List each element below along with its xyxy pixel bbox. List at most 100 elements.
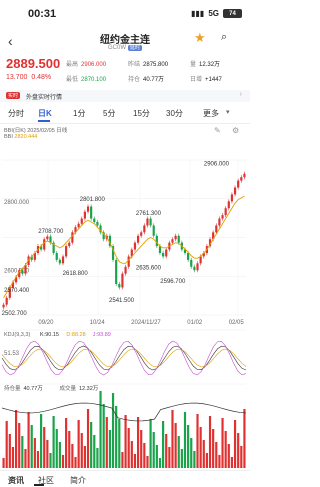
- holding-legend-item: 成交量: [60, 384, 77, 392]
- realtime-banner[interactable]: 实时 外盘实时行情 ›: [0, 90, 250, 102]
- volume-value: 量 12.32万: [190, 62, 221, 68]
- settings-icon[interactable]: ⚙: [232, 126, 239, 135]
- price-change: 13.700 0.48%: [6, 74, 52, 81]
- chart-svg[interactable]: 2800.0002600.0002906.0002801.8002761.300…: [0, 140, 250, 470]
- volume-bar: [40, 414, 43, 468]
- chart-area[interactable]: 2800.000 2600.000 2906.000 2801.800 2761.300…: [0, 140, 250, 470]
- volume-bar: [30, 425, 33, 468]
- kdj-d-line: [1, 348, 247, 368]
- candle-body: [5, 297, 8, 305]
- volume-bar: [74, 457, 77, 468]
- price-annotation: 2761.300: [136, 211, 162, 217]
- tab-more[interactable]: 更多: [203, 108, 219, 119]
- candle-body: [224, 208, 227, 216]
- volume-bar: [86, 409, 90, 468]
- candle-body: [61, 256, 65, 264]
- volume-bar: [202, 440, 205, 468]
- volume-bar: [224, 431, 227, 468]
- tab-profile[interactable]: 简介: [70, 475, 86, 486]
- volume-bar: [18, 423, 21, 468]
- holding-legend-item: 12.32万: [79, 385, 99, 392]
- volume-bar: [118, 419, 121, 468]
- candle-body: [158, 246, 162, 253]
- period-tabs: 分时 日K 1分 5分 15分 30分 更多 ▾: [0, 104, 250, 124]
- volume-bar: [27, 412, 30, 468]
- tab-daily-k[interactable]: 日K: [38, 108, 52, 119]
- dropdown-icon[interactable]: ▾: [226, 108, 230, 116]
- tab-15min[interactable]: 15分: [133, 108, 150, 119]
- candle-body: [193, 266, 196, 271]
- kdj-legend-item: K:90.15: [40, 332, 59, 338]
- volume-bar: [52, 416, 55, 468]
- candle-body: [96, 222, 99, 226]
- candle-body: [162, 253, 165, 257]
- volume-bar: [127, 428, 130, 468]
- volume-bar: [243, 409, 246, 468]
- volume-bar: [77, 420, 80, 468]
- volume-bar: [24, 449, 27, 468]
- volume-bar: [133, 454, 137, 468]
- holding-value: 持仓 40.77万: [128, 77, 165, 83]
- search-icon[interactable]: ⌕: [221, 31, 227, 44]
- candle-body: [2, 304, 5, 308]
- y-tick-label: 2800.000: [4, 200, 30, 206]
- volume-bar: [58, 442, 61, 468]
- price-annotation: 2906.000: [204, 161, 230, 167]
- candle-body: [215, 225, 218, 233]
- candle-body: [227, 201, 230, 209]
- volume-bar: [152, 432, 155, 468]
- delay-badge: 延时: [127, 45, 142, 51]
- volume-bar: [36, 451, 40, 468]
- candle-body: [165, 249, 168, 257]
- volume-bar: [108, 430, 112, 468]
- candle-body: [187, 253, 190, 260]
- volume-bar: [102, 404, 105, 468]
- volume-bar: [149, 419, 152, 468]
- volume-bar: [212, 429, 215, 468]
- status-indicators: ▮▮▮ 5G 74: [191, 9, 242, 18]
- candle-body: [177, 235, 180, 243]
- volume-bar: [233, 420, 237, 468]
- volume-bar: [180, 449, 183, 468]
- tab-news[interactable]: 资讯: [8, 475, 24, 486]
- draw-tool-icon[interactable]: ✎: [214, 126, 221, 135]
- volume-bar: [124, 415, 127, 468]
- day-change-value: 日增 +1447: [190, 77, 222, 83]
- candle-body: [240, 177, 243, 181]
- candle-body: [21, 270, 24, 274]
- volume-bar: [230, 457, 234, 468]
- candle-body: [218, 218, 221, 226]
- volume-bar: [165, 434, 168, 468]
- candle-body: [46, 236, 49, 240]
- volume-bar: [90, 422, 93, 468]
- tab-1min[interactable]: 1分: [73, 108, 85, 119]
- volume-bar: [14, 410, 18, 468]
- volume-bar: [8, 434, 11, 468]
- tab-intraday[interactable]: 分时: [8, 108, 24, 119]
- status-bar: 00:31 ▮▮▮ 5G 74: [0, 0, 250, 28]
- tab-30min[interactable]: 30分: [166, 108, 183, 119]
- candle-body: [83, 211, 86, 219]
- volume-bar: [46, 440, 49, 468]
- price-annotation: 2801.800: [80, 197, 106, 203]
- candle-body: [55, 253, 58, 260]
- x-tick-label: 01/02: [187, 320, 203, 326]
- volume-bar: [111, 393, 115, 468]
- candle-body: [155, 235, 158, 247]
- candle-body: [233, 187, 237, 195]
- kdj-legend-item: D:88.28: [66, 332, 85, 338]
- volume-bar: [65, 418, 68, 468]
- bbi-line: [3, 195, 245, 299]
- high-value: 最高 2906.000: [66, 62, 107, 68]
- volume-bar: [199, 427, 202, 468]
- volume-bar: [68, 431, 71, 468]
- candle-body: [243, 173, 246, 178]
- star-icon[interactable]: ★: [194, 30, 206, 46]
- tab-5min[interactable]: 5分: [103, 108, 115, 119]
- candle-body: [118, 284, 121, 288]
- tab-indicator: [34, 484, 44, 486]
- prev-settle-value: 昨结 2875.800: [128, 62, 169, 68]
- volume-bar: [11, 447, 15, 468]
- volume-bar: [61, 455, 65, 468]
- volume-bar: [168, 447, 171, 468]
